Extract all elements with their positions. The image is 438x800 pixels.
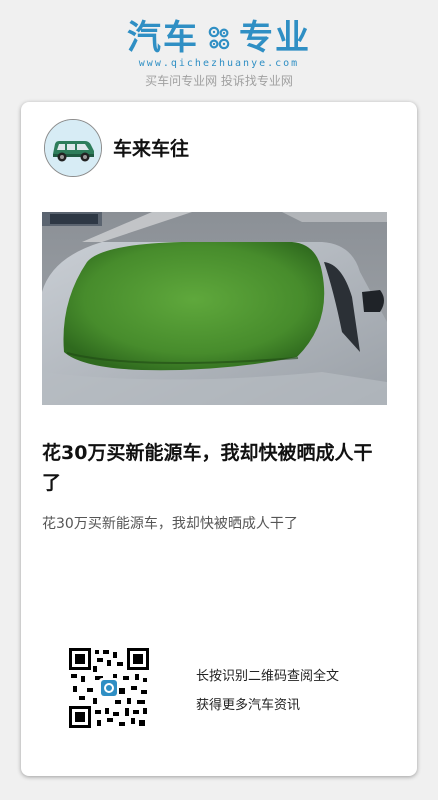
- article-summary: 花30万买新能源车，我却快被晒成人干了: [42, 516, 298, 532]
- article-title[interactable]: 花30万买新能源车，我却快被晒成人干了: [42, 438, 387, 498]
- qr-code-image: [69, 648, 149, 728]
- qr-instruction: 长按识别二维码查阅全文: [196, 669, 340, 684]
- tagline: 买车问专业网 投诉找专业网: [145, 74, 293, 88]
- qr-code[interactable]: [69, 648, 149, 728]
- article-card: 车来车往 花30万买新能源车，我却快被晒成人干了 花30万买新能源车，我却快被晒…: [21, 102, 417, 776]
- header: 汽车 专业 www.qichezhuanye.com 买车问专业网 投诉找专业网: [0, 0, 438, 100]
- logo[interactable]: 汽车 专业: [0, 18, 438, 58]
- logo-text-left: 汽车: [127, 18, 199, 58]
- logo-text-right: 专业: [239, 18, 311, 58]
- qr-subtext: 获得更多汽车资讯: [196, 698, 301, 713]
- hero-image: [42, 212, 387, 405]
- car-avatar-icon: [45, 120, 101, 176]
- gear-icon: [208, 26, 230, 50]
- author-avatar[interactable]: [44, 119, 102, 177]
- author-name[interactable]: 车来车往: [113, 134, 189, 161]
- logo-url: www.qichezhuanye.com: [138, 58, 300, 69]
